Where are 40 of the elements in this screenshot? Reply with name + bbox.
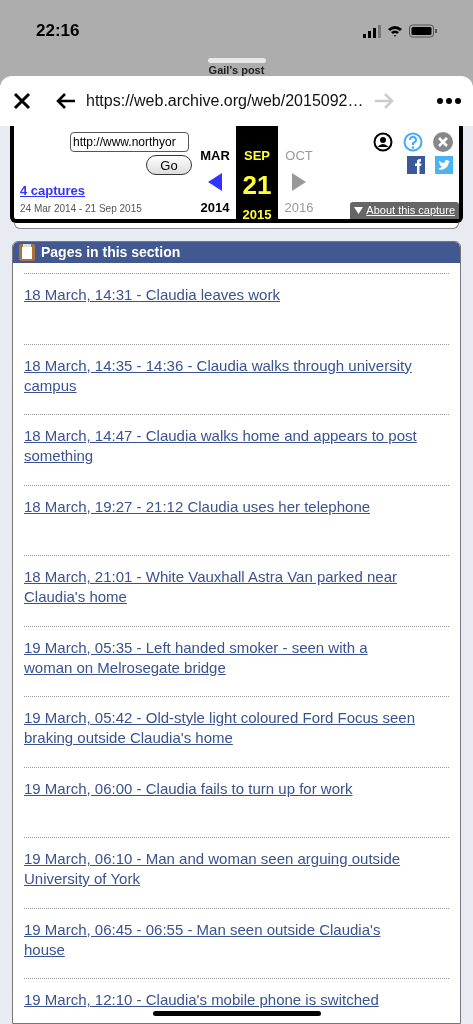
facebook-icon[interactable] bbox=[407, 156, 425, 174]
month-label: OCT bbox=[285, 147, 313, 165]
page-link[interactable]: 18 March, 21:01 - White Vauxhall Astra Van parked near Claudia's home bbox=[24, 567, 419, 607]
year-label: 2016 bbox=[284, 198, 314, 217]
clipboard-icon bbox=[19, 244, 35, 261]
page-link[interactable]: 19 March, 12:10 - Claudia's mobile phone is switched bbox=[24, 990, 379, 1010]
about-capture-button[interactable]: About this capture bbox=[350, 202, 459, 219]
go-button[interactable]: Go bbox=[146, 155, 192, 175]
day-number: 21 bbox=[242, 168, 272, 202]
page-link[interactable]: 18 March, 14:35 - 14:36 - Claudia walks through university campus bbox=[24, 355, 419, 396]
page-link[interactable]: 18 March, 14:31 - Claudia leaves work bbox=[24, 285, 280, 305]
month-label: MAR bbox=[200, 147, 230, 165]
url-input[interactable]: http://www.northyor bbox=[70, 132, 189, 152]
page-link[interactable]: 19 March, 05:35 - Left handed smoker - seen with a woman on Melrosegate bridge bbox=[24, 637, 419, 678]
month-column[interactable]: SEP 21 2015 bbox=[236, 126, 278, 219]
page-link[interactable]: 19 March, 06:10 - Man and woman seen arguing outside University of York bbox=[24, 849, 419, 889]
page-link[interactable]: 18 March, 19:27 - 21:12 Claudia uses her telephone bbox=[24, 496, 371, 517]
battery-icon bbox=[409, 24, 437, 38]
page-link[interactable]: 19 March, 06:45 - 06:55 - Man seen outside Claudia's house bbox=[24, 919, 419, 960]
close-icon[interactable] bbox=[12, 91, 32, 111]
section-title: Pages in this section bbox=[41, 243, 181, 262]
year-label: 2014 bbox=[200, 198, 230, 217]
capture-range: 24 Mar 2014 - 21 Sep 2015 bbox=[20, 201, 143, 216]
page-link[interactable]: 18 March, 14:47 - Claudia walks home and appears to post something bbox=[24, 426, 419, 466]
back-arrow-icon[interactable] bbox=[56, 92, 76, 110]
user-icon[interactable] bbox=[373, 132, 393, 152]
caret-icon bbox=[354, 207, 364, 214]
wifi-icon bbox=[387, 25, 403, 37]
month-label: SEP bbox=[244, 147, 270, 165]
signal-icon bbox=[363, 24, 381, 38]
month-column[interactable]: MAR 2014 bbox=[194, 126, 236, 219]
page-link[interactable]: 19 March, 06:00 - Claudia fails to turn up for work bbox=[24, 778, 353, 799]
close-circle-icon[interactable] bbox=[433, 132, 453, 152]
status-time: 22:16 bbox=[36, 20, 80, 43]
previous-arrow-icon[interactable] bbox=[208, 172, 222, 191]
next-arrow-icon[interactable] bbox=[292, 172, 306, 191]
page-link[interactable]: 19 March, 05:42 - Old-style light coloured Ford Focus seen braking outside Claudia's home bbox=[24, 708, 419, 748]
more-icon[interactable] bbox=[437, 98, 461, 104]
captures-link[interactable]: 4 captures bbox=[20, 181, 194, 201]
sheet-title: Gail's post bbox=[208, 64, 265, 76]
